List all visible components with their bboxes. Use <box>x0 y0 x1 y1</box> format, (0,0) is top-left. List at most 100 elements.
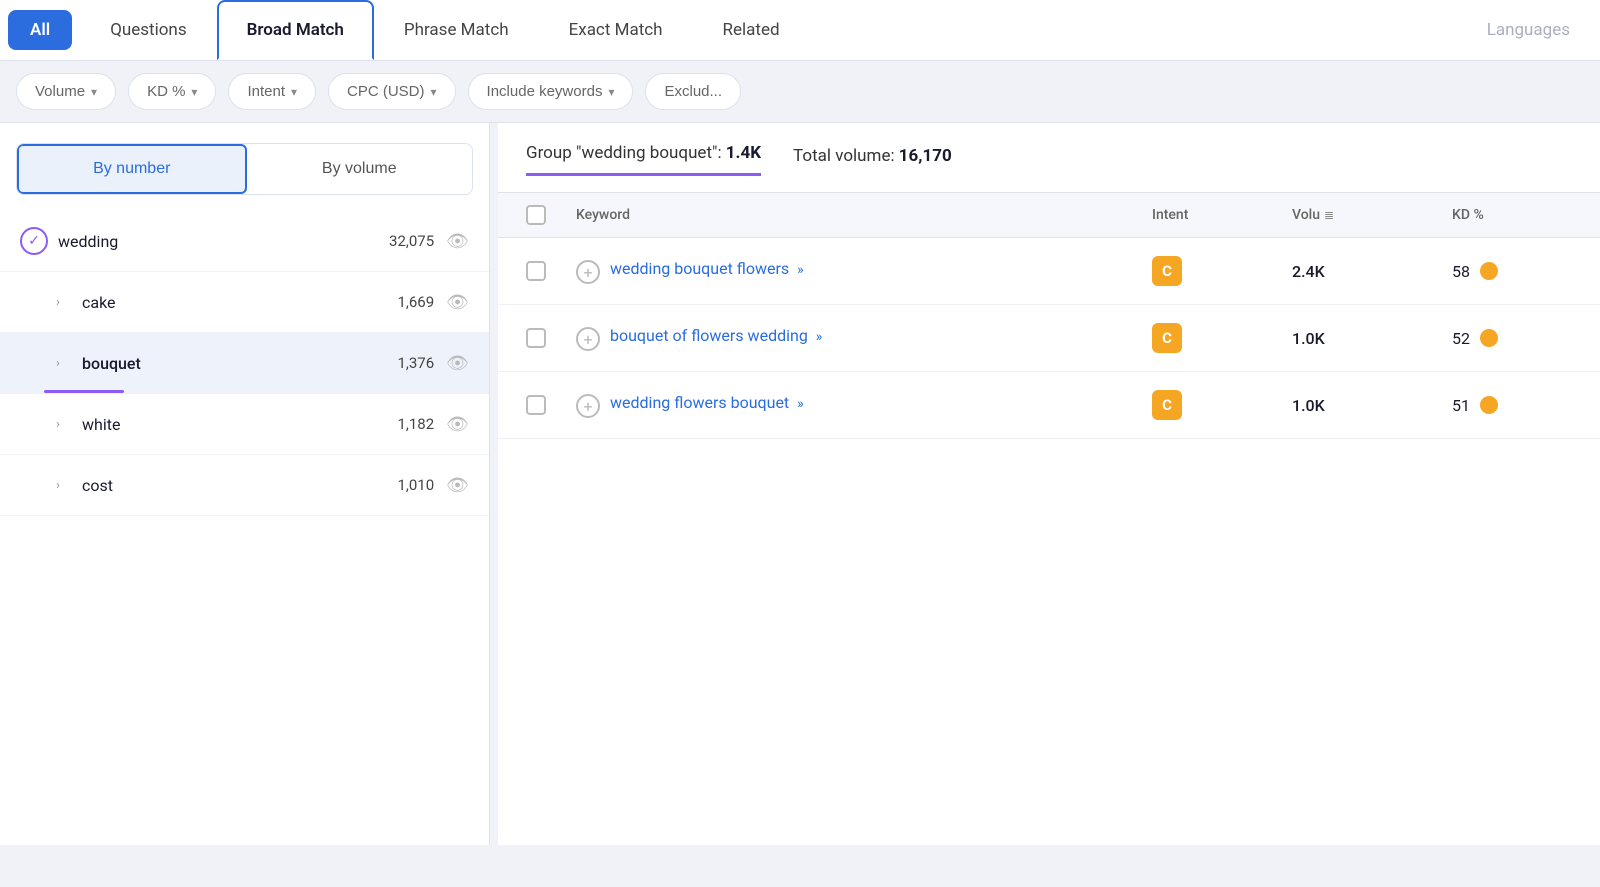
tab-all[interactable]: All <box>8 10 72 50</box>
tabs-bar: All Questions Broad Match Phrase Match E… <box>0 0 1600 61</box>
keyword-arrow-icon: » <box>797 262 804 278</box>
tree-label-bouquet: bouquet <box>82 354 397 373</box>
volume-value: 1.0K <box>1292 329 1452 348</box>
table-row[interactable]: + wedding flowers bouquet » C 1.0K 51 <box>498 372 1600 439</box>
tree-count-cost: 1,010 <box>397 476 434 494</box>
tree-item-bouquet[interactable]: › bouquet 1,376 👁 <box>0 333 489 394</box>
volume-value: 1.0K <box>1292 396 1452 415</box>
kd-value: 52 <box>1452 329 1470 348</box>
tree-item-cost[interactable]: › cost 1,010 👁 <box>0 455 489 516</box>
eye-icon-cost[interactable]: 👁 <box>446 475 469 496</box>
keyword-cell: + bouquet of flowers wedding » <box>576 325 1152 351</box>
table-row[interactable]: + bouquet of flowers wedding » C 1.0K 52 <box>498 305 1600 372</box>
by-volume-button[interactable]: By volume <box>247 144 473 194</box>
row-checkbox[interactable] <box>526 395 576 415</box>
filter-volume[interactable]: Volume ▾ <box>16 73 116 110</box>
tab-broad-match[interactable]: Broad Match <box>217 0 374 60</box>
keyword-text: wedding flowers bouquet » <box>610 392 804 415</box>
tree-count-cake: 1,669 <box>397 293 434 311</box>
tree-count-white: 1,182 <box>397 415 434 433</box>
keyword-text: wedding bouquet flowers » <box>610 258 804 281</box>
keyword-arrow-icon: » <box>816 329 823 345</box>
add-keyword-icon[interactable]: + <box>576 327 600 351</box>
tree-count-bouquet: 1,376 <box>397 354 434 372</box>
intent-badge: C <box>1152 323 1182 353</box>
filter-exclude-keywords[interactable]: Exclud... <box>645 73 741 110</box>
col-header-volume[interactable]: Volu ≣ <box>1292 207 1452 223</box>
expand-arrow-icon-bouquet: › <box>44 349 72 377</box>
right-panel: Group "wedding bouquet": 1.4K Total volu… <box>498 123 1600 845</box>
eye-icon-cake[interactable]: 👁 <box>446 292 469 313</box>
kd-cell: 58 <box>1452 262 1572 281</box>
col-header-checkbox <box>526 205 576 225</box>
filter-include-keywords[interactable]: Include keywords ▾ <box>468 73 634 110</box>
total-volume: Total volume: 16,170 <box>793 146 952 176</box>
tree-label-cake: cake <box>82 293 397 312</box>
filter-cpc[interactable]: CPC (USD) ▾ <box>328 73 456 110</box>
tree-item-wedding[interactable]: ✓ wedding 32,075 👁 <box>0 211 489 272</box>
keyword-arrow-icon: » <box>797 396 804 412</box>
filter-bar: Volume ▾ KD % ▾ Intent ▾ CPC (USD) ▾ Inc… <box>0 61 1600 123</box>
row-checkbox[interactable] <box>526 328 576 348</box>
chevron-down-icon: ▾ <box>608 85 614 99</box>
col-header-kd: KD % <box>1452 207 1572 223</box>
filter-intent[interactable]: Intent ▾ <box>228 73 316 110</box>
tab-phrase-match[interactable]: Phrase Match <box>374 0 539 60</box>
volume-value: 2.4K <box>1292 262 1452 281</box>
intent-cell: C <box>1152 256 1292 286</box>
keyword-text: bouquet of flowers wedding » <box>610 325 822 348</box>
add-keyword-icon[interactable]: + <box>576 260 600 284</box>
tree-label-cost: cost <box>82 476 397 495</box>
filter-kd[interactable]: KD % ▾ <box>128 73 216 110</box>
main-layout: By number By volume ✓ wedding 32,075 👁 ›… <box>0 123 1600 845</box>
chevron-down-icon: ▾ <box>291 85 297 99</box>
kd-dot <box>1480 329 1498 347</box>
expand-arrow-icon-cake: › <box>44 288 72 316</box>
keyword-cell: + wedding flowers bouquet » <box>576 392 1152 418</box>
keyword-cell: + wedding bouquet flowers » <box>576 258 1152 284</box>
chevron-down-icon: ▾ <box>191 85 197 99</box>
kd-value: 58 <box>1452 262 1470 281</box>
intent-cell: C <box>1152 323 1292 353</box>
kd-dot <box>1480 262 1498 280</box>
chevron-down-icon: ▾ <box>431 85 437 99</box>
tree-list: ✓ wedding 32,075 👁 › cake 1,669 👁 › <box>0 211 489 845</box>
tab-exact-match[interactable]: Exact Match <box>539 0 693 60</box>
tree-item-white[interactable]: › white 1,182 👁 <box>0 394 489 455</box>
eye-icon-wedding[interactable]: 👁 <box>446 231 469 252</box>
table-row[interactable]: + wedding bouquet flowers » C 2.4K 58 <box>498 238 1600 305</box>
kd-cell: 52 <box>1452 329 1572 348</box>
kd-cell: 51 <box>1452 396 1572 415</box>
col-header-keyword: Keyword <box>576 207 1152 223</box>
tab-questions[interactable]: Questions <box>80 0 216 60</box>
table-header: Keyword Intent Volu ≣ KD % <box>498 192 1600 238</box>
tab-related[interactable]: Related <box>693 0 810 60</box>
col-header-intent: Intent <box>1152 207 1292 223</box>
group-header: Group "wedding bouquet": 1.4K Total volu… <box>498 123 1600 176</box>
view-toggle: By number By volume <box>16 143 473 195</box>
kd-dot <box>1480 396 1498 414</box>
sort-icon: ≣ <box>1324 208 1334 222</box>
add-keyword-icon[interactable]: + <box>576 394 600 418</box>
intent-badge: C <box>1152 256 1182 286</box>
expand-arrow-icon-white: › <box>44 410 72 438</box>
tree-item-cake[interactable]: › cake 1,669 👁 <box>0 272 489 333</box>
intent-cell: C <box>1152 390 1292 420</box>
chevron-down-icon: ▾ <box>91 85 97 99</box>
expand-circle-icon: ✓ <box>20 227 48 255</box>
intent-badge: C <box>1152 390 1182 420</box>
left-panel: By number By volume ✓ wedding 32,075 👁 ›… <box>0 123 490 845</box>
expand-arrow-icon-cost: › <box>44 471 72 499</box>
eye-icon-white[interactable]: 👁 <box>446 414 469 435</box>
tree-label-wedding: wedding <box>58 232 389 251</box>
group-title: Group "wedding bouquet": 1.4K <box>526 143 761 176</box>
row-checkbox[interactable] <box>526 261 576 281</box>
select-all-checkbox[interactable] <box>526 205 546 225</box>
keyword-table: Keyword Intent Volu ≣ KD % + wedding bou… <box>498 192 1600 845</box>
bouquet-underline <box>44 390 124 393</box>
kd-value: 51 <box>1452 396 1470 415</box>
eye-icon-bouquet[interactable]: 👁 <box>446 353 469 374</box>
tree-label-white: white <box>82 415 397 434</box>
tab-languages[interactable]: Languages <box>1457 0 1600 60</box>
by-number-button[interactable]: By number <box>17 144 247 194</box>
